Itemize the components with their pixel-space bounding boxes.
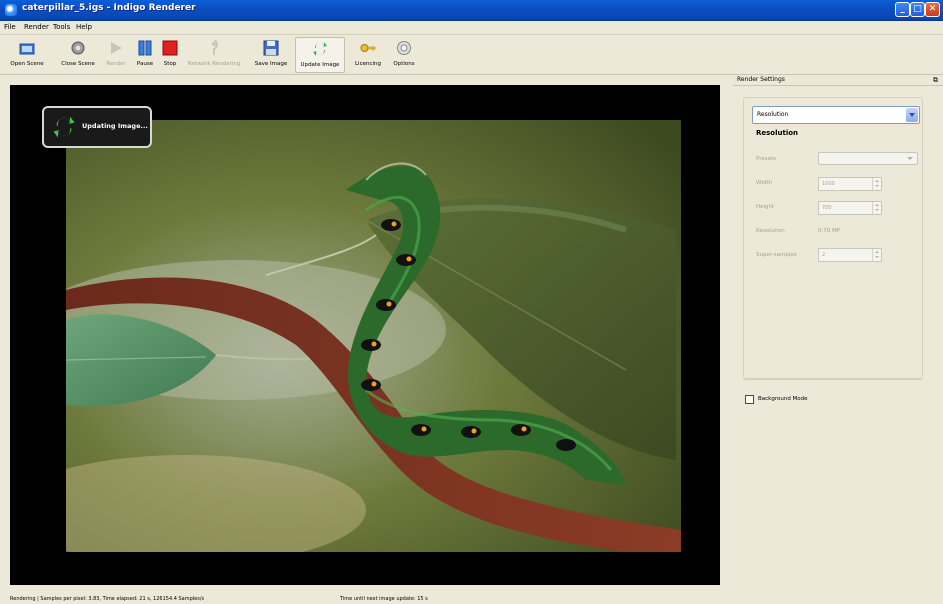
refresh-icon xyxy=(313,42,327,56)
close-scene-icon xyxy=(71,41,85,55)
float-panel-icon[interactable]: ⧉ xyxy=(933,76,941,84)
save-image-button[interactable]: Save Image xyxy=(250,37,292,73)
resolution-value: 0.70 MP xyxy=(818,228,841,234)
title-bar: caterpillar_5.igs - Indigo Renderer _ □ … xyxy=(0,0,943,21)
panel-header: Render Settings ⧉ xyxy=(733,75,943,86)
panel-divider xyxy=(743,379,923,380)
width-label: Width xyxy=(756,180,772,186)
presets-label: Presets xyxy=(756,156,777,162)
key-icon xyxy=(360,44,376,52)
maximize-button[interactable]: □ xyxy=(910,2,925,17)
next-update-text: Time until next image update: 15 s xyxy=(340,596,428,602)
render-preview-image xyxy=(66,120,681,552)
settings-category-value: Resolution xyxy=(757,111,789,118)
close-button[interactable]: ✕ xyxy=(925,2,940,17)
options-button[interactable]: Options xyxy=(388,37,420,73)
section-title: Resolution xyxy=(756,129,799,137)
stop-label: Stop xyxy=(163,61,177,67)
supersamples-value: 2 xyxy=(822,252,826,258)
network-rendering-button[interactable]: Network Rendering xyxy=(182,37,246,73)
height-label: Height xyxy=(756,204,775,210)
width-value: 1000 xyxy=(822,181,835,187)
gear-icon xyxy=(397,41,411,55)
settings-category-select[interactable]: Resolution xyxy=(752,106,920,124)
refresh-icon xyxy=(53,116,75,138)
height-value: 700 xyxy=(822,205,832,211)
open-scene-button[interactable]: Open Scene xyxy=(2,37,52,73)
menu-render[interactable]: Render xyxy=(24,23,49,31)
pause-button[interactable]: Pause xyxy=(132,37,158,73)
settings-group: Resolution Resolution Presets Width 1000… xyxy=(743,97,923,379)
status-bar: Rendering | Samples per pixel: 3.83, Tim… xyxy=(0,596,943,604)
toolbar: Open Scene Close Scene Render Pause Stop… xyxy=(0,35,943,75)
background-mode-checkbox[interactable] xyxy=(745,395,754,404)
width-stepper-arrows[interactable] xyxy=(872,178,881,190)
stop-button[interactable]: Stop xyxy=(158,37,182,73)
close-icon: ✕ xyxy=(928,4,937,14)
render-button[interactable]: Render xyxy=(102,37,130,73)
background-mode-label: Background Mode xyxy=(758,396,808,402)
width-stepper[interactable]: 1000 xyxy=(818,177,882,191)
save-image-label: Save Image xyxy=(254,61,288,67)
open-scene-icon xyxy=(19,43,35,55)
save-icon xyxy=(263,40,279,56)
menu-bar: File Render Tools Help xyxy=(0,21,943,35)
open-scene-label: Open Scene xyxy=(10,61,44,67)
updating-image-text: Updating Image... xyxy=(82,122,148,130)
render-label: Render xyxy=(106,61,126,67)
menu-file[interactable]: File xyxy=(4,23,16,31)
update-image-button[interactable]: Update Image xyxy=(295,37,345,73)
window-title: caterpillar_5.igs - Indigo Renderer xyxy=(22,3,196,13)
licencing-button[interactable]: Licencing xyxy=(348,37,388,73)
pause-label: Pause xyxy=(136,61,154,67)
close-scene-label: Close Scene xyxy=(61,61,95,67)
update-image-label: Update Image xyxy=(300,62,340,68)
stop-icon xyxy=(162,40,178,56)
maximize-icon: □ xyxy=(913,4,922,14)
indigo-app-icon xyxy=(5,4,17,16)
supersamples-stepper[interactable]: 2 xyxy=(818,248,882,262)
chevron-down-icon[interactable] xyxy=(906,108,918,122)
supersamples-stepper-arrows[interactable] xyxy=(872,249,881,261)
menu-help[interactable]: Help xyxy=(76,23,92,31)
pause-icon xyxy=(138,40,152,56)
close-scene-button[interactable]: Close Scene xyxy=(56,37,100,73)
height-stepper-arrows[interactable] xyxy=(872,202,881,214)
updating-image-overlay: Updating Image... xyxy=(42,106,152,148)
minimize-icon: _ xyxy=(900,4,905,14)
resolution-label: Resolution xyxy=(756,228,785,234)
network-icon xyxy=(212,40,218,55)
presets-select[interactable] xyxy=(818,152,918,165)
height-stepper[interactable]: 700 xyxy=(818,201,882,215)
render-status-text: Rendering | Samples per pixel: 3.83, Tim… xyxy=(10,596,205,602)
licencing-label: Licencing xyxy=(354,61,381,67)
minimize-button[interactable]: _ xyxy=(895,2,910,17)
render-settings-panel: Render Settings ⧉ Resolution Resolution … xyxy=(733,75,943,604)
menu-tools[interactable]: Tools xyxy=(53,23,70,31)
options-label: Options xyxy=(393,61,415,67)
network-rendering-label: Network Rendering xyxy=(187,61,241,67)
play-icon xyxy=(111,42,122,54)
supersamples-label: Super-samples xyxy=(756,252,797,258)
panel-title: Render Settings xyxy=(737,76,785,83)
caterpillar-render xyxy=(66,120,681,552)
